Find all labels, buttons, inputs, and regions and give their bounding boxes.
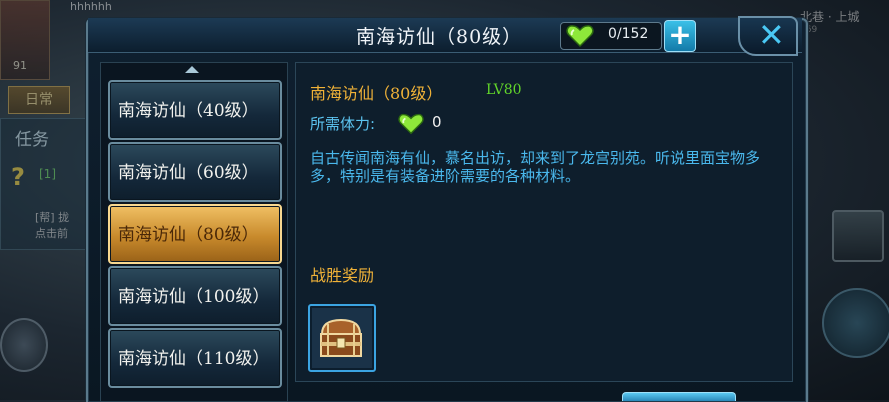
player-avatar[interactable]: 91: [0, 0, 50, 80]
task-line: 点击前: [35, 227, 68, 240]
stamina-value: 0/152: [608, 26, 649, 42]
level-item-label: 南海访仙（110级）: [118, 349, 270, 369]
dialog-title: 南海访仙（80级）: [356, 26, 523, 48]
location-sub: 169: [800, 25, 818, 35]
side-feature-icon[interactable]: [832, 210, 884, 262]
task-panel-title: 任务: [15, 130, 49, 150]
question-mark-icon: ?: [11, 163, 25, 191]
level-item-40[interactable]: 南海访仙（40级）: [108, 80, 282, 140]
location-name: 北巷 · 上城: [800, 10, 860, 24]
green-heart-icon: [398, 113, 424, 135]
location-info: 北巷 · 上城 169: [800, 8, 889, 35]
level-requirement: LV80: [486, 82, 522, 98]
required-stamina-value: 0: [432, 113, 442, 131]
add-stamina-button[interactable]: +: [664, 20, 696, 52]
scroll-up-icon[interactable]: [185, 66, 199, 73]
green-heart-icon: [566, 25, 594, 48]
level-item-100[interactable]: 南海访仙（100级）: [108, 266, 282, 326]
task-tag: [1]: [39, 167, 56, 181]
level-item-60[interactable]: 南海访仙（60级）: [108, 142, 282, 202]
level-item-110[interactable]: 南海访仙（110级）: [108, 328, 282, 388]
close-button[interactable]: ✕: [738, 16, 798, 56]
level-item-label: 南海访仙（60级）: [118, 163, 259, 183]
player-level: 91: [13, 59, 27, 72]
background-top-left-text: hhhhhh: [70, 0, 112, 13]
level-item-label: 南海访仙（80级）: [118, 225, 259, 245]
attack-button[interactable]: [822, 288, 889, 358]
level-item-80[interactable]: 南海访仙（80级）: [108, 204, 282, 264]
task-line: [帮] 拢: [35, 211, 70, 224]
reward-title: 战胜奖励: [310, 266, 375, 285]
task-panel[interactable]: 任务 ? [1] [帮] 拢 点击前: [0, 118, 90, 250]
close-x-icon: ✕: [758, 16, 785, 54]
level-item-label: 南海访仙（100级）: [118, 287, 270, 307]
detail-title: 南海访仙（80级）: [310, 84, 443, 103]
treasure-chest-icon: [320, 318, 362, 357]
required-stamina-label: 所需体力:: [310, 115, 376, 133]
level-item-label: 南海访仙（40级）: [118, 101, 259, 121]
stage-description: 自古传闻南海有仙，慕名出访，却来到了龙宫别苑。听说里面宝物多多，特别是有装备进阶…: [310, 149, 761, 185]
joystick[interactable]: [0, 318, 48, 372]
daily-tab[interactable]: 日常: [8, 86, 70, 114]
